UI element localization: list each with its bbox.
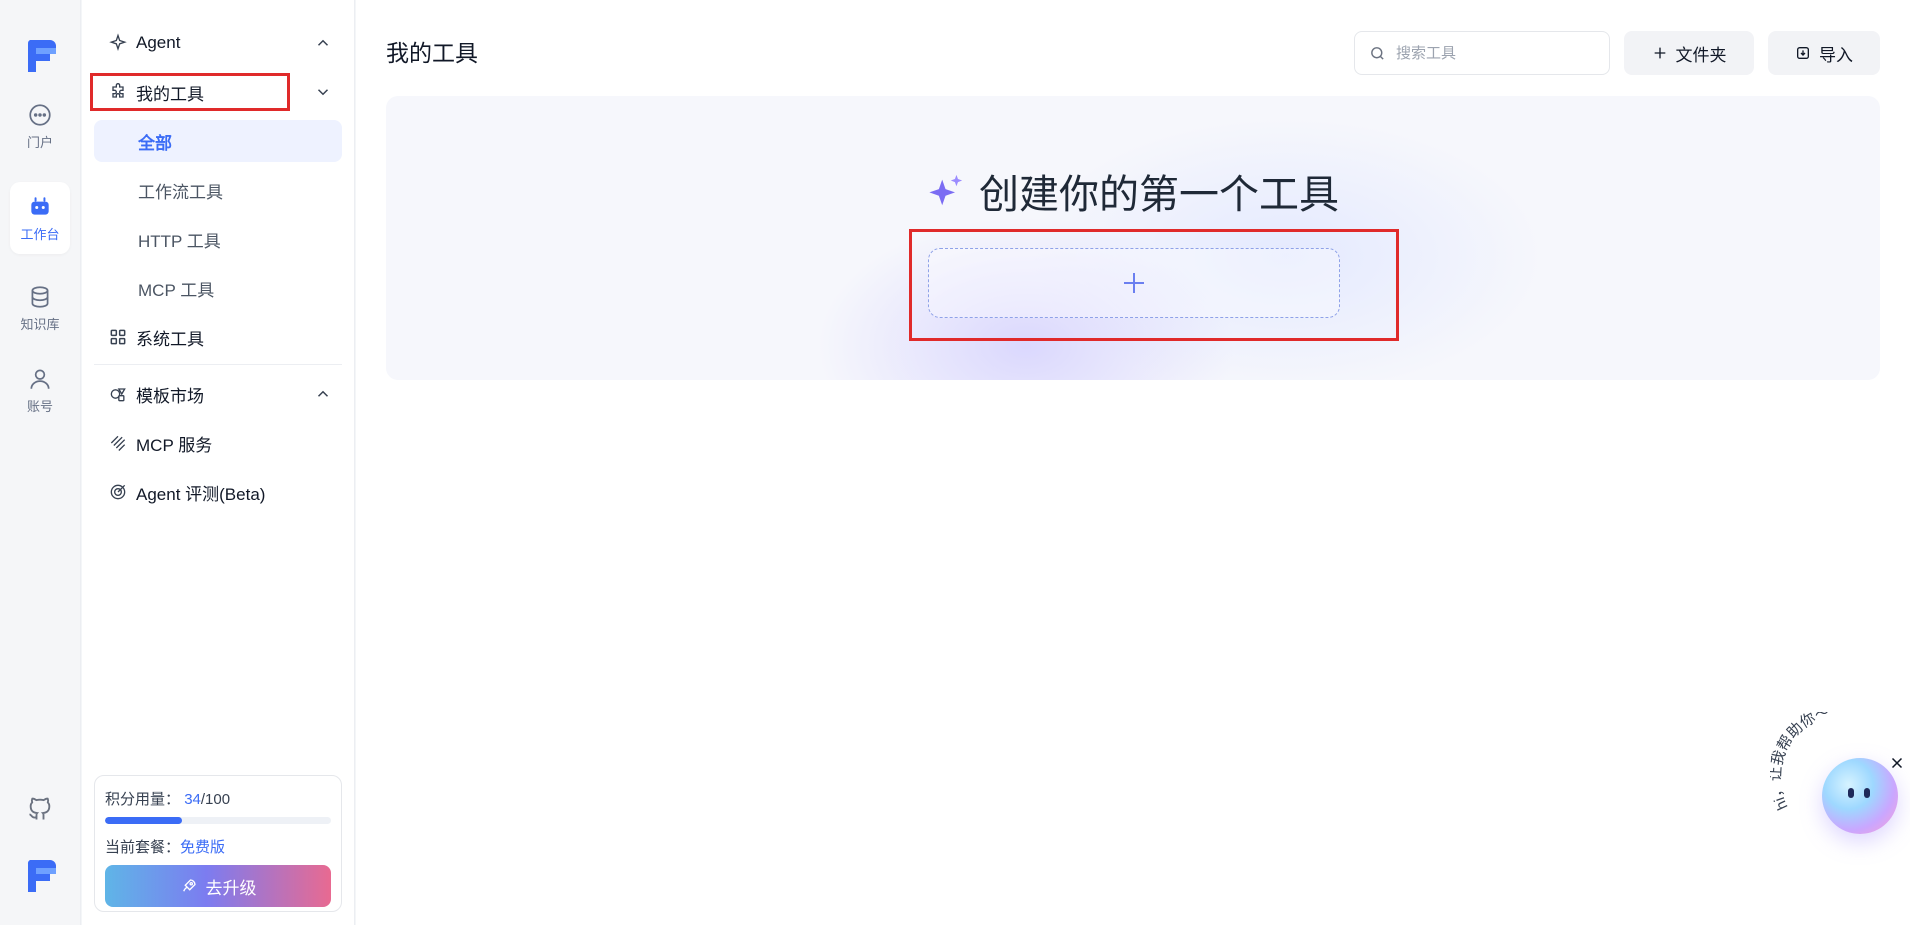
rail-label-knowledge: 知识库: [20, 316, 60, 332]
usage-progress-bar: [105, 817, 331, 824]
user-icon: [30, 368, 50, 389]
rail-item-knowledge[interactable]: 知识库: [10, 272, 70, 344]
nav-label-workflow-tools: 工作流工具: [138, 182, 223, 202]
nav-section-agent[interactable]: Agent: [94, 22, 342, 64]
usage-label: 积分用量：: [105, 791, 181, 808]
import-button-label: 导入: [1819, 45, 1853, 65]
usage-total: /100: [200, 791, 231, 808]
main-content: 我的工具 文件夹 导入 创建你的第一个工具: [356, 0, 1910, 925]
folder-button[interactable]: 文件夹: [1624, 31, 1754, 75]
rail-label-account: 账号: [26, 398, 53, 414]
search-icon: [1371, 46, 1384, 60]
nav-label-mcp-tools: MCP 工具: [138, 280, 215, 300]
nav-sub-http-tools[interactable]: HTTP 工具: [94, 218, 342, 260]
chat-icon: [29, 103, 51, 126]
assistant-eye-left: [1848, 788, 1854, 798]
plus-icon: [1654, 47, 1665, 59]
nav-sub-all[interactable]: 全部: [94, 120, 342, 162]
nav-item-agent-eval[interactable]: Agent 评测(Beta): [94, 471, 342, 513]
rail-label-workbench: 工作台: [20, 226, 60, 242]
rail-item-portal[interactable]: 门户: [10, 90, 70, 162]
hero-title-text: 创建你的第一个工具: [979, 173, 1339, 217]
database-icon: [31, 285, 49, 308]
icon-rail: 门户 工作台 知识库 账号: [0, 0, 81, 925]
nav-label-agent-eval: Agent 评测(Beta): [136, 484, 266, 504]
upgrade-button[interactable]: 去升级: [105, 865, 331, 907]
nav-label-all: 全部: [138, 133, 172, 153]
import-button[interactable]: 导入: [1768, 31, 1880, 75]
nav-sub-mcp-tools[interactable]: MCP 工具: [94, 267, 342, 309]
plan-line: 当前套餐：免费版: [105, 836, 331, 857]
plan-label: 当前套餐：: [105, 839, 181, 856]
plan-value[interactable]: 免费版: [180, 839, 225, 856]
rail-item-account[interactable]: 账号: [10, 354, 70, 426]
nav-label-system-tools: 系统工具: [136, 329, 204, 349]
app-root: 门户 工作台 知识库 账号 Agent 我的工具 全部 工作流工具 HTTP 工…: [0, 0, 1910, 925]
folder-button-label: 文件夹: [1675, 45, 1727, 65]
brand-logo-icon: [27, 860, 56, 892]
sparkle-outline-icon: [108, 33, 128, 53]
chevron-down-icon: [317, 89, 329, 96]
nav-sub-workflow-tools[interactable]: 工作流工具: [94, 169, 342, 211]
close-icon[interactable]: [1888, 754, 1906, 772]
usage-used: 34: [184, 791, 201, 808]
search-box[interactable]: [1354, 31, 1610, 75]
rocket-icon: [182, 879, 196, 892]
assistant-widget[interactable]: hi，让我帮助你～: [1770, 712, 1910, 862]
robot-icon: [31, 196, 49, 215]
nav-label-mcp-service: MCP 服务: [136, 435, 213, 455]
nav-label-http-tools: HTTP 工具: [138, 231, 221, 251]
nav-section-template-market[interactable]: 模板市场: [94, 373, 342, 415]
highlight-create-tool: [909, 229, 1399, 341]
nav-label-template-market: 模板市场: [136, 386, 204, 406]
highlight-my-tools: [90, 73, 290, 111]
layers-icon: [108, 433, 128, 453]
target-icon: [108, 482, 128, 502]
app-logo-icon[interactable]: [24, 34, 58, 74]
shapes-icon: [108, 384, 128, 404]
nav-item-system-tools[interactable]: 系统工具: [94, 316, 342, 358]
hero-title: 创建你的第一个工具: [386, 162, 1880, 220]
sparkle-icon: [929, 174, 963, 206]
sidebar-nav: Agent 我的工具 全部 工作流工具 HTTP 工具 MCP 工具 系统工具 …: [82, 0, 355, 925]
import-icon: [1797, 47, 1809, 59]
rail-item-workbench[interactable]: 工作台: [10, 182, 70, 254]
rail-label-portal: 门户: [26, 134, 53, 150]
usage-card: 积分用量： 34/100 当前套餐：免费版 去升级: [94, 775, 342, 912]
assistant-eye-right: [1864, 788, 1870, 798]
upgrade-label: 去升级: [205, 878, 257, 898]
usage-line: 积分用量： 34/100: [105, 788, 331, 809]
usage-progress-fill: [105, 817, 182, 824]
nav-item-mcp-service[interactable]: MCP 服务: [94, 422, 342, 464]
grid-icon: [108, 327, 128, 347]
nav-divider: [94, 364, 342, 365]
chevron-up-icon: [317, 390, 329, 397]
chevron-up-icon: [317, 39, 329, 46]
assistant-avatar[interactable]: [1822, 758, 1898, 834]
page-title: 我的工具: [386, 40, 478, 66]
search-input[interactable]: [1396, 44, 1596, 62]
nav-label-agent: Agent: [136, 33, 181, 52]
github-icon[interactable]: [26, 795, 54, 823]
